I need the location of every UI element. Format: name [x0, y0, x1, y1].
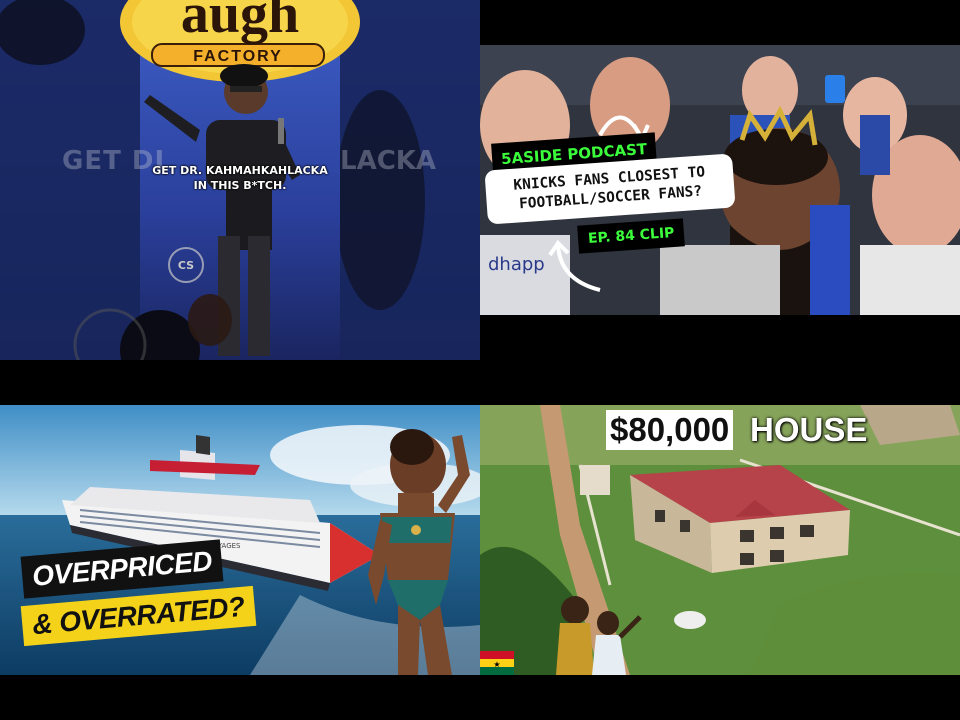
- caption-line-1: GET DR. KAHMAHKAHLACKA: [152, 164, 328, 177]
- house-title-word: HOUSE: [750, 411, 868, 448]
- house-price-label: $80,000: [606, 410, 734, 450]
- club-sign-sub: FACTORY: [193, 48, 283, 65]
- caption-line-2: IN THIS B*TCH.: [193, 179, 287, 192]
- video-thumbnail-comedy[interactable]: CS augh FACTORY GET DI LACKA GET DR. KAH…: [0, 0, 480, 360]
- comedy-caption: GET DR. KAHMAHKAHLACKA IN THIS B*TCH.: [140, 163, 340, 193]
- club-sign-word: augh: [181, 0, 299, 45]
- shirt-text: dhapp: [488, 254, 545, 275]
- flag-star-icon: ★: [493, 660, 500, 669]
- caption-ghost-right: LACKA: [340, 146, 437, 176]
- comedy-logo-text: CS: [178, 259, 194, 272]
